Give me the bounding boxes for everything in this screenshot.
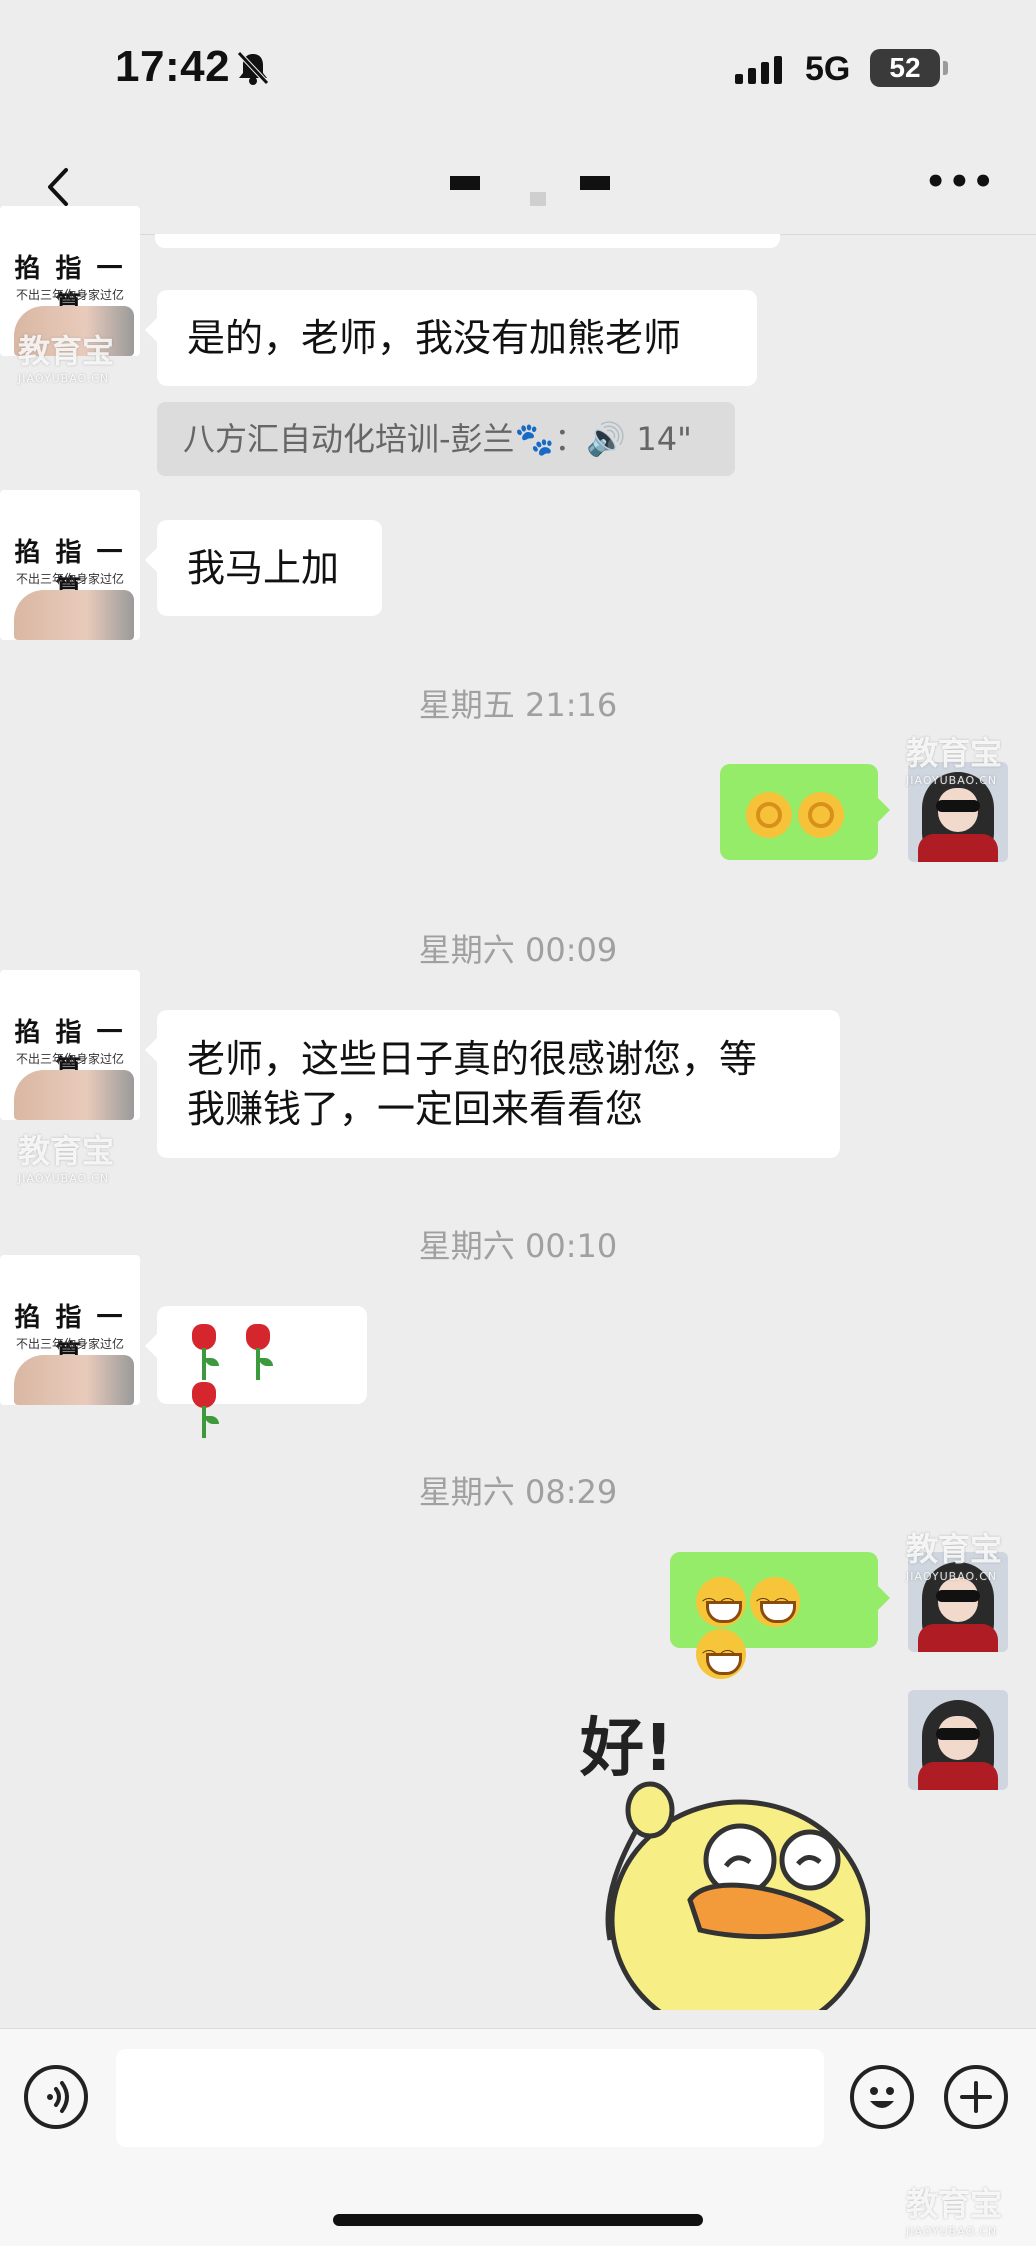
status-time: 17:42 <box>115 42 231 91</box>
avatar-sunglasses <box>936 1590 980 1602</box>
watermark: 教育宝 JIAOYUBAO.CN <box>906 2179 1002 2238</box>
watermark-main: 教育宝 <box>18 332 115 370</box>
smiley-icon <box>870 2087 894 2108</box>
watermark-main: 教育宝 <box>906 734 1003 772</box>
rose-emoji-icon <box>187 1324 221 1382</box>
voice-toggle-button[interactable] <box>24 2065 88 2129</box>
grin-emoji-icon <box>750 1576 800 1631</box>
network-type: 5G <box>805 50 851 88</box>
avatar-subtext: 不出三年你身家过亿 <box>15 1337 124 1351</box>
back-icon[interactable] <box>36 162 86 212</box>
title-redacted-3 <box>580 176 610 190</box>
watermark: 教育宝 JIAOYUBAO.CN <box>18 1126 114 1185</box>
avatar-subtext: 不出三年你身家过亿 <box>15 572 124 586</box>
watermark-main: 教育宝 <box>18 1132 115 1170</box>
avatar-sunglasses <box>936 800 980 812</box>
avatar-hand-image <box>14 1355 134 1405</box>
sent-message-bubble[interactable] <box>720 764 890 860</box>
more-options-icon[interactable]: ••• <box>925 165 996 199</box>
timestamp: 星期六 00:09 <box>418 931 618 969</box>
avatar-subtext: 不出三年你身家过亿 <box>15 1052 124 1066</box>
message-text-line: 我赚钱了，一定回来看看您 <box>187 1087 644 1131</box>
watermark-sub: JIAOYUBAO.CN <box>906 774 998 787</box>
avatar-hand-image <box>14 590 134 640</box>
contact-avatar[interactable]: 掐 指 一 算 不出三年你身家过亿 <box>0 970 140 1120</box>
my-avatar[interactable] <box>908 1690 1008 1790</box>
ok-hand-emoji-icon <box>798 791 844 838</box>
watermark-sub: JIAOYUBAO.CN <box>906 2225 998 2238</box>
timestamp: 星期六 08:29 <box>418 1473 618 1511</box>
duck-sticker[interactable]: 好! <box>570 1690 870 2010</box>
grin-emoji-icon <box>696 1629 746 1683</box>
message-text: 我马上加 <box>187 546 340 590</box>
watermark: 教育宝 JIAOYUBAO.CN <box>18 326 114 385</box>
avatar-shirt <box>918 834 998 862</box>
voice-icon <box>47 2081 69 2113</box>
rose-emoji-icon <box>187 1382 221 1440</box>
message-input[interactable] <box>116 2049 824 2147</box>
timestamp: 星期五 21:16 <box>418 686 618 724</box>
signal-icon <box>735 56 782 84</box>
avatar-sunglasses <box>936 1728 980 1740</box>
message-text: 是的，老师，我没有加熊老师 <box>187 316 682 360</box>
message-bubble[interactable] <box>145 1306 367 1438</box>
message-bubble[interactable]: 是的，老师，我没有加熊老师 <box>145 290 757 386</box>
avatar-subtext: 不出三年你身家过亿 <box>15 288 124 302</box>
chat-header: ••• <box>0 140 1036 235</box>
message-text-line: 老师，这些日子真的很感谢您，等 <box>187 1037 758 1081</box>
message-bubble[interactable]: 老师，这些日子真的很感谢您，等 我赚钱了，一定回来看看您 <box>145 1010 840 1158</box>
emoji-button[interactable] <box>850 2065 914 2129</box>
watermark: 教育宝 JIAOYUBAO.CN <box>906 1524 1002 1583</box>
watermark-sub: JIAOYUBAO.CN <box>18 372 110 385</box>
timestamp: 星期六 00:10 <box>418 1227 618 1265</box>
sticker-text: 好! <box>579 1712 673 1786</box>
quoted-voice-message[interactable]: 八方汇自动化培训-彭兰🐾：🔊 14" <box>157 402 735 476</box>
quote-text: 八方汇自动化培训-彭兰🐾：🔊 14" <box>183 420 692 458</box>
ok-hand-emoji-icon <box>746 791 792 838</box>
title-redacted-1 <box>450 176 480 190</box>
battery-indicator: 52 <box>870 49 948 87</box>
avatar-shirt <box>918 1624 998 1652</box>
sent-message-bubble[interactable] <box>670 1552 890 1683</box>
status-bar: 17:42 5G 52 <box>0 0 1036 140</box>
watermark-sub: JIAOYUBAO.CN <box>906 1570 998 1583</box>
bell-muted-icon <box>237 51 269 85</box>
grin-emoji-icon <box>696 1576 746 1631</box>
title-redacted-2 <box>530 192 546 206</box>
watermark: 教育宝 JIAOYUBAO.CN <box>906 728 1002 787</box>
rose-emoji-icon <box>241 1324 275 1382</box>
plus-icon <box>960 2081 992 2113</box>
avatar-hand-image <box>14 1070 134 1120</box>
partial-bubble <box>155 234 780 248</box>
contact-avatar[interactable]: 掐 指 一 算 不出三年你身家过亿 <box>0 1255 140 1405</box>
message-bubble[interactable]: 我马上加 <box>145 520 382 616</box>
avatar-shirt <box>918 1762 998 1790</box>
add-button[interactable] <box>944 2065 1008 2129</box>
contact-avatar[interactable]: 掐 指 一 算 不出三年你身家过亿 <box>0 490 140 640</box>
home-indicator[interactable] <box>333 2214 703 2226</box>
watermark-main: 教育宝 <box>906 1530 1003 1568</box>
watermark-sub: JIAOYUBAO.CN <box>18 1172 110 1185</box>
watermark-main: 教育宝 <box>906 2185 1003 2223</box>
